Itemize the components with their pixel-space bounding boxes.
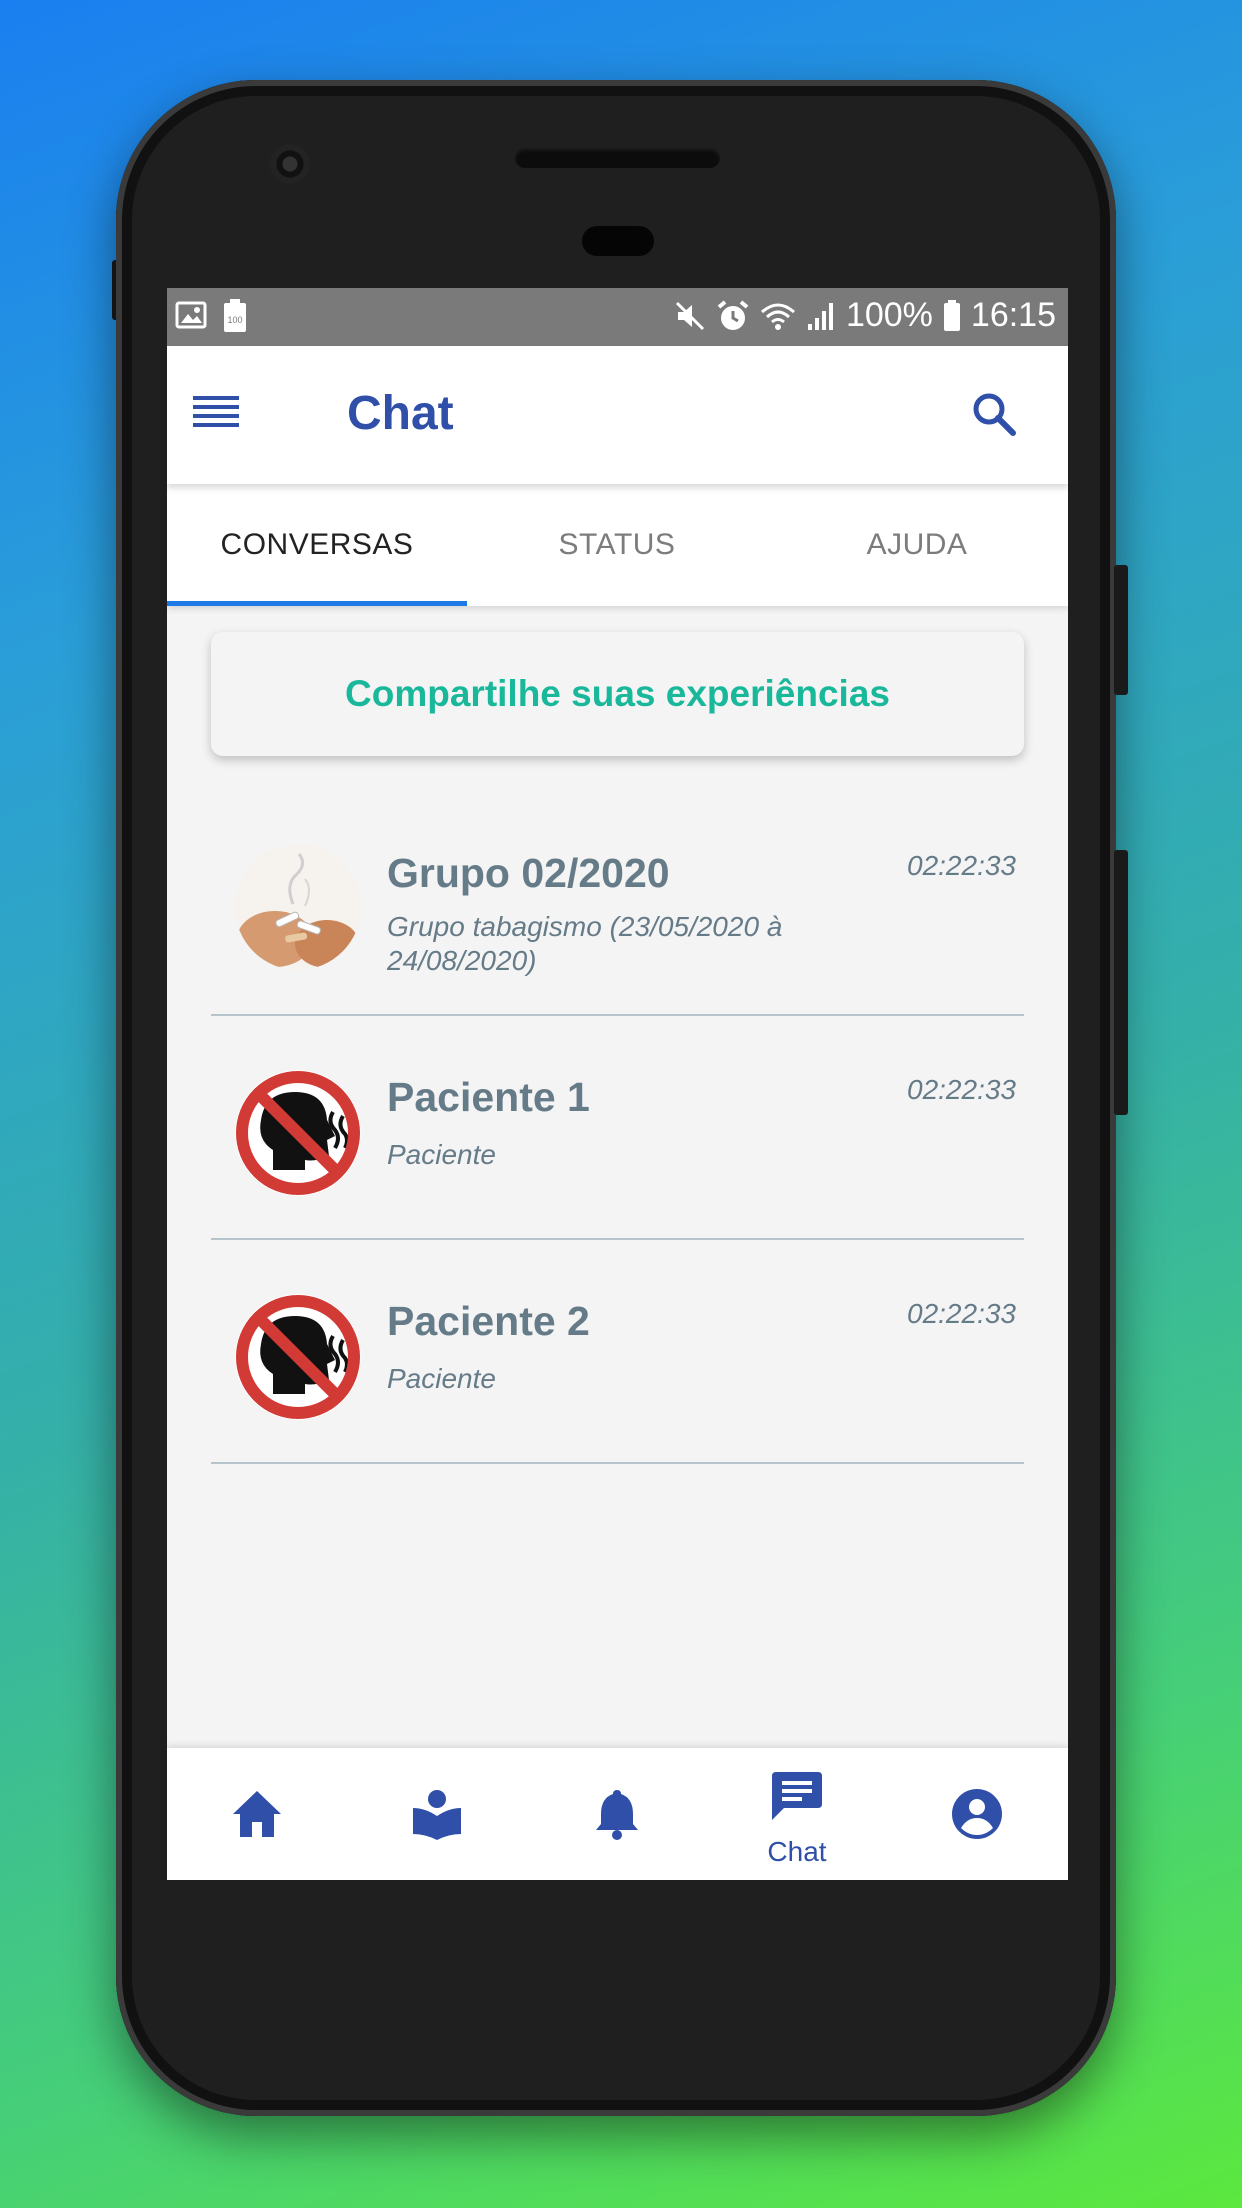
conversation-item-paciente-2[interactable]: Paciente 2 02:22:33 Paciente <box>211 1240 1024 1464</box>
alarm-icon <box>717 299 749 330</box>
battery-icon <box>943 299 960 331</box>
menu-icon[interactable] <box>193 396 239 432</box>
wifi-icon <box>760 303 795 330</box>
mute-icon <box>675 301 704 330</box>
nav-chat[interactable]: Chat <box>707 1748 887 1880</box>
side-button-upper <box>1114 565 1128 695</box>
conversation-subtitle: Grupo tabagismo (23/05/2020 à 24/08/2020… <box>387 911 783 976</box>
search-icon[interactable] <box>970 390 1018 438</box>
tab-ajuda[interactable]: AJUDA <box>767 484 1067 606</box>
bottom-navigation: Chat <box>167 1748 1068 1880</box>
image-notification-icon <box>175 301 207 329</box>
chat-icon <box>772 1772 822 1820</box>
battery-saver-icon: 100 <box>224 299 246 332</box>
side-button-lower <box>1114 850 1128 1115</box>
share-experiences-label: Compartilhe suas experiências <box>345 673 890 714</box>
status-bar: 100 100% 16:15 <box>167 288 1068 346</box>
svg-text:100: 100 <box>227 315 242 325</box>
tab-status[interactable]: STATUS <box>467 484 767 606</box>
group-photo-icon <box>235 844 361 970</box>
tab-label: AJUDA <box>866 528 968 561</box>
conversation-subtitle: Paciente <box>387 1363 496 1394</box>
conversation-item-grupo[interactable]: Grupo 02/2020 02:22:33 Grupo tabagismo (… <box>211 792 1024 1016</box>
status-time: 16:15 <box>970 296 1056 334</box>
bell-icon <box>596 1790 638 1840</box>
proximity-sensor <box>582 226 654 256</box>
nav-account[interactable] <box>887 1748 1067 1880</box>
account-icon <box>952 1789 1002 1839</box>
phone-screen: 100 100% 16:15 Chat CONVERSAS STATUS AJU… <box>167 288 1068 1880</box>
tab-label: STATUS <box>558 528 676 561</box>
home-icon <box>233 1791 281 1837</box>
conversation-name: Paciente 1 <box>387 1074 590 1120</box>
share-experiences-button[interactable]: Compartilhe suas experiências <box>211 632 1024 756</box>
nav-home[interactable] <box>167 1748 347 1880</box>
conversation-item-paciente-1[interactable]: Paciente 1 02:22:33 Paciente <box>211 1016 1024 1240</box>
conversation-time: 02:22:33 <box>907 1074 1016 1105</box>
divider <box>211 1462 1024 1464</box>
conversation-time: 02:22:33 <box>907 850 1016 881</box>
no-smoking-icon <box>235 1070 361 1196</box>
no-smoking-icon <box>235 1294 361 1420</box>
nav-reading[interactable] <box>347 1748 527 1880</box>
earpiece-speaker <box>515 148 720 168</box>
page-title: Chat <box>347 387 454 440</box>
tab-indicator <box>167 601 467 606</box>
conversation-subtitle: Paciente <box>387 1139 496 1170</box>
tab-label: CONVERSAS <box>220 528 414 561</box>
conversation-name: Paciente 2 <box>387 1298 590 1344</box>
signal-icon <box>807 302 833 330</box>
tab-bar: CONVERSAS STATUS AJUDA <box>167 484 1068 606</box>
conversation-time: 02:22:33 <box>907 1298 1016 1329</box>
battery-percent: 100% <box>845 296 933 334</box>
front-camera <box>270 144 310 184</box>
conversation-name: Grupo 02/2020 <box>387 850 670 896</box>
reading-icon <box>413 1790 461 1840</box>
app-bar: Chat <box>167 346 1068 484</box>
tab-conversas[interactable]: CONVERSAS <box>167 484 467 606</box>
nav-chat-label: Chat <box>767 1836 827 1867</box>
nav-notifications[interactable] <box>527 1748 707 1880</box>
